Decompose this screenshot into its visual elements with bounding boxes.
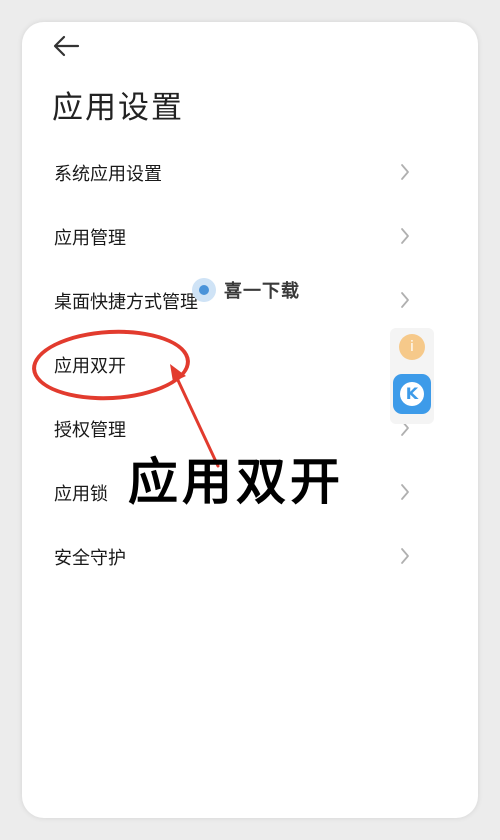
watermark-text: 喜一下载 (224, 281, 300, 302)
watermark: 喜一下载 (192, 274, 300, 306)
chevron-right-icon (401, 548, 409, 564)
menu-item-label: 授权管理 (54, 420, 126, 441)
menu-item-label: 桌面快捷方式管理 (54, 292, 198, 313)
k-app-letter: K (400, 382, 424, 406)
site-logo-icon (192, 278, 216, 302)
menu-item-system-app-settings[interactable]: 系统应用设置 (22, 140, 478, 204)
info-icon[interactable]: i (399, 334, 425, 360)
phone-screen: 应用设置 系统应用设置 应用管理 桌面快捷方式管理 应用双开 授权管理 应用锁 … (22, 22, 478, 818)
chevron-right-icon (401, 484, 409, 500)
chevron-right-icon (401, 292, 409, 308)
menu-item-label: 应用管理 (54, 228, 126, 249)
menu-item-label: 安全守护 (54, 548, 126, 569)
menu-item-app-management[interactable]: 应用管理 (22, 204, 478, 268)
chevron-right-icon (401, 228, 409, 244)
page-title: 应用设置 (52, 90, 184, 126)
back-arrow-icon[interactable] (52, 34, 80, 58)
menu-item-security-guard[interactable]: 安全守护 (22, 524, 478, 588)
annotation-caption: 应用双开 (128, 453, 344, 511)
menu-item-label: 系统应用设置 (54, 164, 162, 185)
menu-item-label: 应用锁 (54, 484, 108, 505)
floating-widget[interactable]: i K (390, 328, 434, 424)
chevron-right-icon (401, 164, 409, 180)
k-app-icon[interactable]: K (393, 374, 431, 414)
